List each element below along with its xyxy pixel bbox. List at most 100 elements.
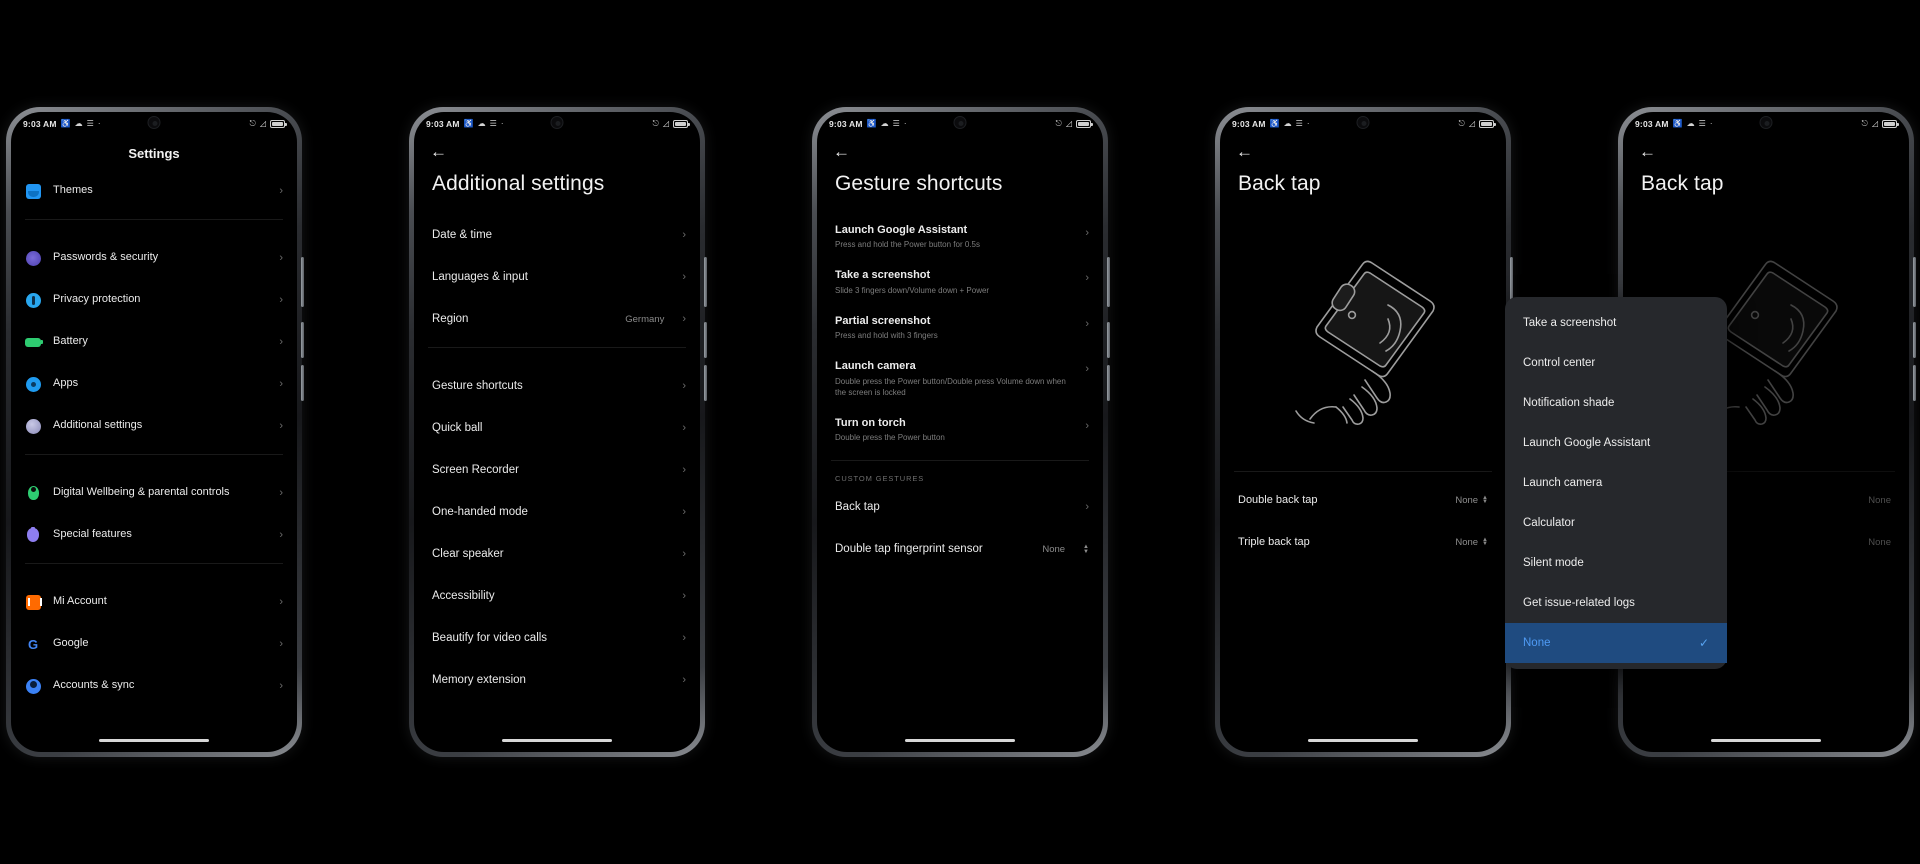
chevron-right-icon: › [279,486,283,499]
home-indicator[interactable] [1711,739,1821,742]
sidebar-item-mi-account[interactable]: Mi Account › [11,581,297,623]
back-tap-action-dropdown[interactable]: Take a screenshot Control center Notific… [1505,297,1727,669]
dot-icon: · [500,119,504,128]
dnd-icon: ♿ [1672,119,1683,128]
list-item-clear-speaker[interactable]: Clear speaker › [414,533,700,575]
list-item-back-tap[interactable]: Back tap › [817,487,1103,529]
list-item-date-time[interactable]: Date & time › [414,214,700,256]
list-item-beautify-video-calls[interactable]: Beautify for video calls › [414,617,700,659]
option-label: None [1523,637,1551,649]
list-item-turn-on-torch[interactable]: Turn on torch Double press the Power but… [817,407,1103,452]
volume-up-button[interactable] [301,322,304,358]
option-label: Launch Google Assistant [1523,437,1651,449]
screenshot-stage: 9:03 AM ♿ ☁ ☰ · ⎋ ◿ Settings Themes › Pa… [0,0,1920,864]
row-value-group[interactable]: None [1868,537,1891,548]
list-item-gesture-shortcuts[interactable]: Gesture shortcuts › [414,365,700,407]
home-indicator[interactable] [502,739,612,742]
sidebar-item-privacy-protection[interactable]: Privacy protection › [11,279,297,321]
home-indicator[interactable] [99,739,209,742]
dropdown-option-notification-shade[interactable]: Notification shade [1505,383,1727,423]
list-item-region[interactable]: Region Germany › [414,298,700,340]
volume-up-button[interactable] [1107,322,1110,358]
chevron-right-icon: › [682,270,686,283]
row-double-back-tap[interactable]: Double back tap None ▲ ▼ [1220,479,1506,521]
dnd-icon: ♿ [463,119,474,128]
sidebar-item-accounts-sync[interactable]: Accounts & sync › [11,665,297,707]
status-bar-right: ⎋ ◿ [250,120,287,128]
back-arrow-icon: ← [1639,141,1656,161]
list-item-launch-google-assistant[interactable]: Launch Google Assistant Press and hold t… [817,214,1103,259]
row-text: Turn on torch Double press the Power but… [835,416,1073,443]
back-button[interactable]: ← [1220,136,1506,166]
list-item-launch-camera[interactable]: Launch camera Double press the Power but… [817,350,1103,407]
volume-up-button[interactable] [704,322,707,358]
sidebar-item-digital-wellbeing[interactable]: Digital Wellbeing & parental controls › [11,472,297,514]
status-time: 9:03 AM [23,119,57,129]
cloud-icon: ☁ [1686,119,1695,128]
row-label: Privacy protection [53,293,141,306]
row-label: Region [432,312,469,325]
status-bar: 9:03 AM ♿ ☁ ☰ · ⎋ ◿ [1623,112,1909,136]
home-indicator[interactable] [1308,739,1418,742]
volume-up-button[interactable] [1913,322,1916,358]
home-indicator[interactable] [905,739,1015,742]
chevron-right-icon: › [682,463,686,476]
divider [428,347,686,348]
stepper-icon[interactable]: ▲ ▼ [1083,544,1089,554]
dropdown-option-control-center[interactable]: Control center [1505,343,1727,383]
list-item-double-tap-fingerprint-sensor[interactable]: Double tap fingerprint sensor None ▲ ▼ [817,529,1103,571]
row-subtitle: Press and hold the Power button for 0.5s [835,240,980,250]
list-item-one-handed-mode[interactable]: One-handed mode › [414,491,700,533]
sidebar-item-themes[interactable]: Themes › [11,170,297,212]
row-value-group[interactable]: None [1868,495,1891,506]
front-camera-punch-hole [550,116,564,129]
list-item-take-a-screenshot[interactable]: Take a screenshot Slide 3 fingers down/V… [817,259,1103,304]
list-item-quick-ball[interactable]: Quick ball › [414,407,700,449]
dropdown-option-launch-google-assistant[interactable]: Launch Google Assistant [1505,423,1727,463]
back-button[interactable]: ← [1623,136,1909,166]
power-button[interactable] [301,257,304,307]
list-item-accessibility[interactable]: Accessibility › [414,575,700,617]
volume-down-button[interactable] [1913,365,1916,401]
dropdown-option-silent-mode[interactable]: Silent mode [1505,543,1727,583]
row-triple-back-tap[interactable]: Triple back tap None ▲ ▼ [1220,521,1506,563]
row-value-group[interactable]: None ▲ ▼ [1455,495,1488,506]
sidebar-item-additional-settings[interactable]: Additional settings › [11,405,297,447]
volume-down-button[interactable] [704,365,707,401]
power-button[interactable] [1107,257,1110,307]
power-button[interactable] [1913,257,1916,307]
row-text: Launch Google Assistant Press and hold t… [835,223,1073,250]
status-bar-right: ⎋ ◿ [1459,120,1496,128]
row-label: Beautify for video calls [432,631,548,644]
list-item-screen-recorder[interactable]: Screen Recorder › [414,449,700,491]
back-button[interactable]: ← [414,136,700,166]
row-label: Languages & input [432,270,528,283]
status-time: 9:03 AM [1635,119,1669,129]
sidebar-item-passwords-security[interactable]: Passwords & security › [11,237,297,279]
list-item-languages-input[interactable]: Languages & input › [414,256,700,298]
list-item-memory-extension[interactable]: Memory extension › [414,659,700,701]
dropdown-option-none[interactable]: None ✓ [1505,623,1727,663]
stepper-icon[interactable]: ▲ ▼ [1482,537,1488,547]
row-value-group[interactable]: None ▲ ▼ [1455,537,1488,548]
dropdown-option-get-issue-related-logs[interactable]: Get issue-related logs [1505,583,1727,623]
sidebar-item-apps[interactable]: Apps › [11,363,297,405]
dropdown-option-take-a-screenshot[interactable]: Take a screenshot [1505,303,1727,343]
dual-sim-icon: ⎋ [652,119,659,128]
volume-down-button[interactable] [1107,365,1110,401]
dropdown-option-launch-camera[interactable]: Launch camera [1505,463,1727,503]
phone-4-screen: 9:03 AM ♿ ☁ ☰ · ⎋ ◿ ← Back tap Double ba… [1220,112,1506,752]
cloud-icon: ☁ [74,119,83,128]
sidebar-item-battery[interactable]: Battery › [11,321,297,363]
power-button[interactable] [704,257,707,307]
stepper-icon[interactable]: ▲ ▼ [1482,495,1488,505]
volume-down-button[interactable] [301,365,304,401]
status-bar: 9:03 AM ♿ ☁ ☰ · ⎋ ◿ [1220,112,1506,136]
sidebar-item-special-features[interactable]: Special features › [11,514,297,556]
chevron-right-icon: › [682,228,686,241]
sidebar-item-google[interactable]: G Google › [11,623,297,665]
dropdown-option-calculator[interactable]: Calculator [1505,503,1727,543]
list-item-partial-screenshot[interactable]: Partial screenshot Press and hold with 3… [817,305,1103,350]
back-button[interactable]: ← [817,136,1103,166]
